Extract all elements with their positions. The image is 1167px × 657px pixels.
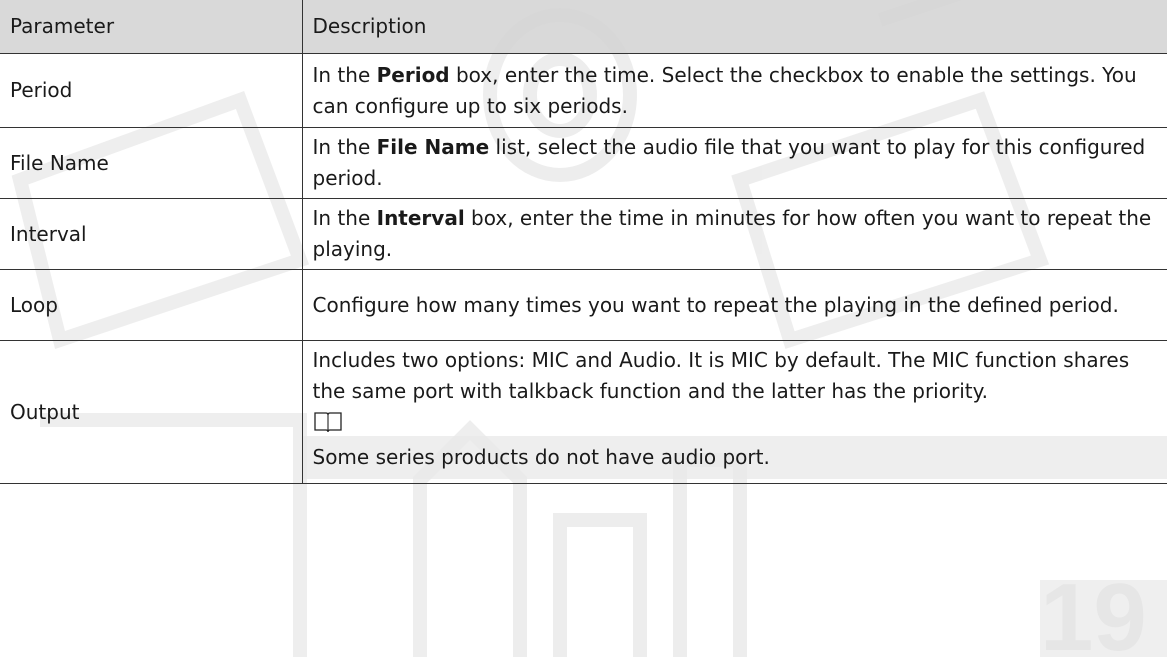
desc-text: In the <box>312 62 377 87</box>
table-row: Period In the Period box, enter the time… <box>0 53 1167 128</box>
column-header-description: Description <box>301 0 1167 54</box>
param-description-file-name: In the File Name list, select the audio … <box>301 127 1167 199</box>
table-row: Loop Configure how many times you want t… <box>0 269 1167 341</box>
note-text: Some series products do not have audio p… <box>302 436 1167 479</box>
param-description-output: Includes two options: MIC and Audio. It … <box>301 340 1167 484</box>
parameter-table: Parameter Description Period In the Peri… <box>0 0 1167 484</box>
param-name-loop: Loop <box>0 269 303 341</box>
table-row: Interval In the Interval box, enter the … <box>0 198 1167 270</box>
table-row: Output Includes two options: MIC and Aud… <box>0 340 1167 484</box>
desc-bold-term: File Name <box>376 135 490 159</box>
desc-text: In the <box>312 135 377 159</box>
desc-text: In the <box>312 206 377 230</box>
column-header-parameter: Parameter <box>0 0 303 54</box>
desc-bold-term: Period <box>376 62 450 87</box>
table-header-row: Parameter Description <box>0 0 1167 54</box>
parameter-table-container: Parameter Description Period In the Peri… <box>0 0 1167 657</box>
param-name-output: Output <box>0 340 303 484</box>
param-name-file-name: File Name <box>0 127 303 199</box>
param-description-loop: Configure how many times you want to rep… <box>301 269 1167 341</box>
param-name-period: Period <box>0 53 303 128</box>
table-row: File Name In the File Name list, select … <box>0 127 1167 199</box>
desc-text: Includes two options: MIC and Audio. It … <box>312 348 1130 403</box>
param-description-period: In the Period box, enter the time. Selec… <box>301 53 1167 128</box>
desc-bold-term: Interval <box>376 206 465 230</box>
param-description-interval: In the Interval box, enter the time in m… <box>301 198 1167 270</box>
param-name-interval: Interval <box>0 198 303 270</box>
book-note-icon <box>313 411 343 433</box>
